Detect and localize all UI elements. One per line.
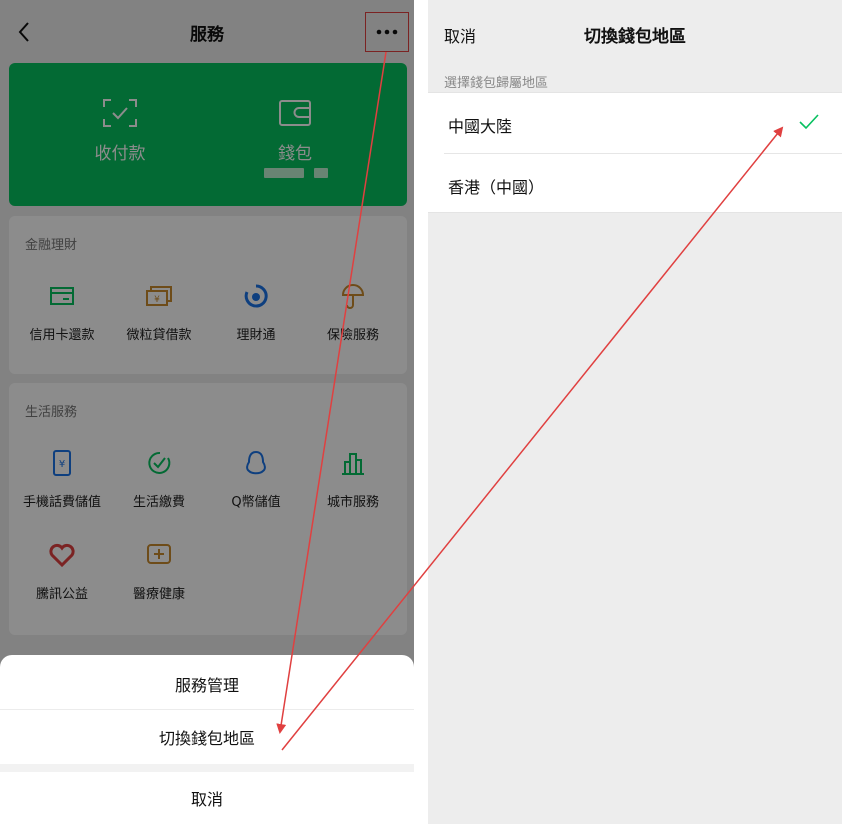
service-management-option[interactable]: 服務管理: [0, 672, 414, 696]
sheet-gap: [0, 764, 414, 772]
region-option-mainland[interactable]: 中國大陸: [428, 93, 842, 154]
region-option-hongkong[interactable]: 香港（中國）: [428, 154, 842, 214]
page-title: 切換錢包地區: [584, 27, 686, 47]
action-sheet: 服務管理 切換錢包地區 取消: [0, 655, 414, 824]
sheet-cancel-button[interactable]: 取消: [0, 786, 414, 810]
switch-region-screen: 取消 切換錢包地區 選擇錢包歸屬地區 中國大陸 香港（中國）: [428, 0, 842, 824]
checkmark-icon: [799, 114, 819, 130]
switch-wallet-region-option[interactable]: 切換錢包地區: [0, 725, 414, 749]
region-label: 中國大陸: [448, 117, 513, 136]
region-list: 中國大陸 香港（中國）: [428, 92, 842, 213]
services-screen: 服務 收付款 錢包 金融理財 信用卡還款 ¥ 微粒貸借款 理財通 保險服務 生活…: [0, 0, 414, 824]
region-label: 香港（中國）: [448, 178, 545, 197]
top-bar: 取消 切換錢包地區: [428, 0, 842, 64]
section-subtitle: 選擇錢包歸屬地區: [444, 76, 549, 91]
sheet-divider: [0, 709, 414, 710]
